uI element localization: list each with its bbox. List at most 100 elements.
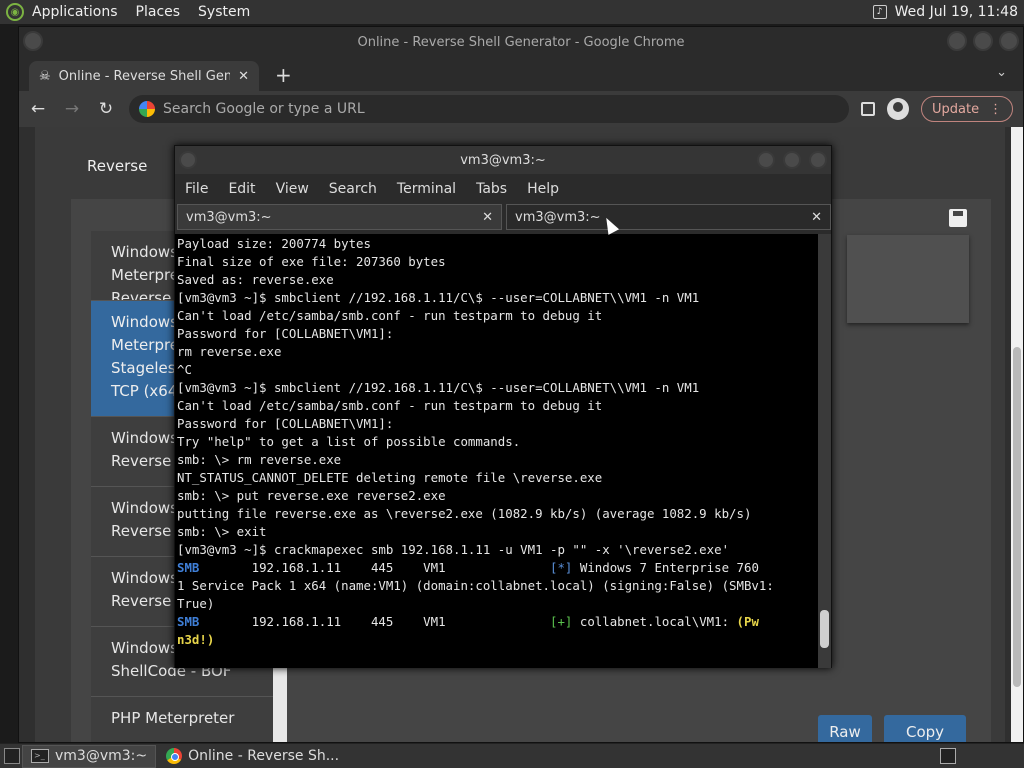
bottom-panel: >_ vm3@vm3:~ Online - Reverse Sh... xyxy=(0,743,1024,768)
maximize-button[interactable] xyxy=(973,31,993,51)
terminal-line: smb: \> put reverse.exe reverse2.exe xyxy=(177,488,446,503)
terminal-line: ^C xyxy=(177,362,192,377)
terminal-line: Payload size: 200774 bytes xyxy=(177,236,371,251)
menu-terminal[interactable]: Terminal xyxy=(397,181,456,197)
terminal-menubar: File Edit View Search Terminal Tabs Help xyxy=(175,174,831,204)
close-button[interactable] xyxy=(809,151,827,169)
save-icon[interactable] xyxy=(949,209,967,227)
chrome-icon xyxy=(166,748,183,764)
terminal-line: smb: \> exit xyxy=(177,524,267,539)
smb-result: Windows 7 Enterprise 760 xyxy=(572,560,759,575)
terminal-line: [vm3@vm3 ~]$ smbclient //192.168.1.11/C\… xyxy=(177,380,700,395)
terminal-line: [vm3@vm3 ~]$ smbclient //192.168.1.11/C\… xyxy=(177,290,700,305)
taskbar-label: vm3@vm3:~ xyxy=(55,748,148,764)
window-menu-button[interactable] xyxy=(179,151,197,169)
kebab-menu-icon[interactable]: ⋮ xyxy=(989,102,1002,117)
info-marker: [*] xyxy=(550,560,573,575)
close-icon[interactable]: ✕ xyxy=(811,210,822,225)
terminal-title: vm3@vm3:~ xyxy=(460,152,546,168)
scrollbar-thumb[interactable] xyxy=(1013,347,1021,687)
address-bar[interactable]: Search Google or type a URL xyxy=(129,95,849,123)
update-button[interactable]: Update ⋮ xyxy=(921,96,1014,122)
side-panel-icon[interactable] xyxy=(861,102,875,116)
terminal-line: Password for [COLLABNET\VM1]: xyxy=(177,326,394,341)
smb-host: 192.168.1.11 445 VM1 xyxy=(199,560,551,575)
menu-tabs[interactable]: Tabs xyxy=(476,181,507,197)
menu-system[interactable]: System xyxy=(198,4,250,20)
terminal-line: Saved as: reverse.exe xyxy=(177,272,334,287)
scrollbar-thumb[interactable] xyxy=(820,610,829,648)
terminal-titlebar: vm3@vm3:~ xyxy=(175,146,831,174)
workspace-switcher-icon[interactable] xyxy=(940,748,956,764)
terminal-line: putting file reverse.exe as \reverse2.ex… xyxy=(177,506,752,521)
taskbar-label: Online - Reverse Sh... xyxy=(188,748,340,764)
page-scrollbar[interactable] xyxy=(1011,127,1023,742)
close-tab-icon[interactable]: ✕ xyxy=(238,69,249,84)
terminal-line: True) xyxy=(177,596,215,611)
smb-result: collabnet.local\VM1: xyxy=(572,614,737,629)
profile-avatar[interactable] xyxy=(887,98,909,120)
taskbar-item-terminal[interactable]: >_ vm3@vm3:~ xyxy=(22,744,157,768)
menu-edit[interactable]: Edit xyxy=(228,181,255,197)
reverse-tab-label[interactable]: Reverse xyxy=(87,157,147,175)
smb-tag: SMB xyxy=(177,560,200,575)
menu-help[interactable]: Help xyxy=(527,181,559,197)
terminal-line-smb1: SMB 192.168.1.11 445 VM1 [*] Windows 7 E… xyxy=(177,559,818,577)
terminal-output[interactable]: Payload size: 200774 bytes Final size of… xyxy=(175,234,820,668)
minimize-button[interactable] xyxy=(757,151,775,169)
tab-strip: ☠ Online - Reverse Shell Genera ✕ + ⌄ xyxy=(19,57,1023,91)
success-marker: [+] xyxy=(550,614,573,629)
back-icon[interactable]: ← xyxy=(27,99,49,119)
raw-button[interactable]: Raw xyxy=(818,715,872,742)
copy-button[interactable]: Copy xyxy=(884,715,966,742)
menu-applications[interactable]: Applications xyxy=(32,4,118,20)
terminal-line: 1 Service Pack 1 x64 (name:VM1) (domain:… xyxy=(177,578,774,593)
tab-title: Online - Reverse Shell Genera xyxy=(58,68,231,84)
terminal-line: smb: \> rm reverse.exe xyxy=(177,452,342,467)
terminal-line: Can't load /etc/samba/smb.conf - run tes… xyxy=(177,398,603,413)
volume-icon[interactable]: ♪ xyxy=(872,5,887,19)
terminal-line-smb2: SMB 192.168.1.11 445 VM1 [+] collabnet.l… xyxy=(177,613,818,631)
close-button[interactable] xyxy=(999,31,1019,51)
new-tab-button[interactable]: + xyxy=(275,63,292,87)
menu-file[interactable]: File xyxy=(185,181,208,197)
terminal-scrollbar[interactable] xyxy=(818,234,831,668)
update-label: Update xyxy=(932,101,980,117)
terminal-icon: >_ xyxy=(31,749,49,763)
terminal-line: Can't load /etc/samba/smb.conf - run tes… xyxy=(177,308,603,323)
terminal-line: [vm3@vm3 ~]$ crackmapexec smb 192.168.1.… xyxy=(177,542,730,557)
minimize-button[interactable] xyxy=(947,31,967,51)
maximize-button[interactable] xyxy=(783,151,801,169)
tab-reverse-shell[interactable]: ☠ Online - Reverse Shell Genera ✕ xyxy=(29,61,259,91)
terminal-line: rm reverse.exe xyxy=(177,344,282,359)
smb-host: 192.168.1.11 445 VM1 xyxy=(199,614,551,629)
list-item[interactable]: PHP Meterpreter xyxy=(91,697,273,742)
menu-view[interactable]: View xyxy=(276,181,309,197)
terminal-tab-1[interactable]: vm3@vm3:~ ✕ xyxy=(177,204,502,230)
chrome-window-title: Online - Reverse Shell Generator - Googl… xyxy=(357,34,685,50)
skull-icon: ☠ xyxy=(39,68,51,84)
chrome-titlebar: Online - Reverse Shell Generator - Googl… xyxy=(19,27,1023,57)
chevron-down-icon[interactable]: ⌄ xyxy=(996,65,1007,80)
google-icon xyxy=(139,101,155,117)
clock[interactable]: Wed Jul 19, 11:48 xyxy=(895,4,1018,20)
reload-icon[interactable]: ↻ xyxy=(95,99,117,119)
menu-places[interactable]: Places xyxy=(136,4,181,20)
terminal-tab-label: vm3@vm3:~ xyxy=(515,209,601,225)
close-icon[interactable]: ✕ xyxy=(482,210,493,225)
pwned-text-wrap: n3d!) xyxy=(177,632,215,647)
pwned-text: (Pw xyxy=(736,614,759,629)
terminal-tab-label: vm3@vm3:~ xyxy=(186,209,272,225)
taskbar-item-chrome[interactable]: Online - Reverse Sh... xyxy=(158,745,347,768)
forward-icon[interactable]: → xyxy=(61,99,83,119)
terminal-window: vm3@vm3:~ File Edit View Search Terminal… xyxy=(174,145,832,668)
terminal-tabs: vm3@vm3:~ ✕ vm3@vm3:~ ✕ xyxy=(175,204,831,230)
terminal-tab-2[interactable]: vm3@vm3:~ ✕ xyxy=(506,204,831,230)
show-desktop-icon[interactable] xyxy=(4,748,20,764)
command-box xyxy=(847,235,969,323)
window-menu-button[interactable] xyxy=(23,31,43,51)
menu-search[interactable]: Search xyxy=(329,181,377,197)
terminal-line: NT_STATUS_CANNOT_DELETE deleting remote … xyxy=(177,470,603,485)
distro-logo-icon[interactable]: ◉ xyxy=(6,3,24,21)
terminal-line: Password for [COLLABNET\VM1]: xyxy=(177,416,394,431)
